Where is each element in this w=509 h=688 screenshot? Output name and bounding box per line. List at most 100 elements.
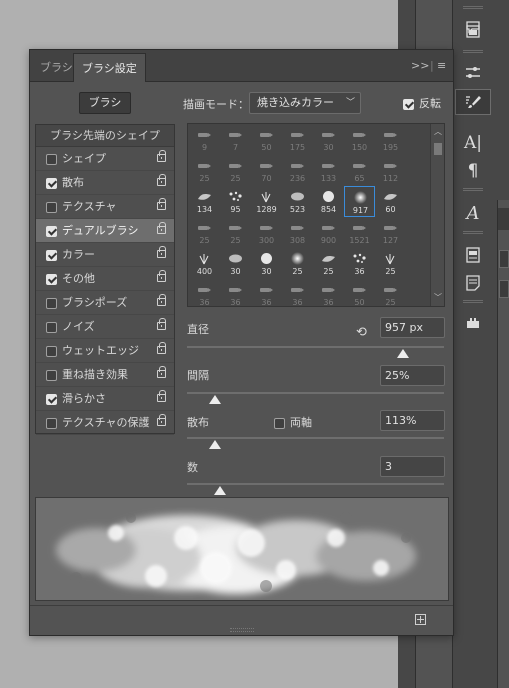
brush-preset-cell[interactable]: 854 — [313, 186, 344, 217]
lock-icon[interactable] — [157, 246, 166, 258]
brush-preset-cell[interactable]: 36 — [344, 248, 375, 279]
scatter-slider-track[interactable] — [187, 437, 444, 439]
brush-preset-cell[interactable]: 195 — [375, 124, 406, 155]
dock-grip[interactable] — [463, 6, 483, 9]
brushes-button[interactable]: ブラシ — [79, 92, 131, 114]
brush-preset-cell[interactable]: 50 — [251, 124, 282, 155]
dock-grip[interactable] — [463, 188, 483, 191]
brush-tip-shape-item[interactable]: ブラシ先端のシェイプ — [36, 125, 174, 147]
checkbox-icon[interactable] — [46, 201, 57, 213]
brush-option-item[interactable]: 滑らかさ — [36, 387, 174, 411]
libraries-icon[interactable] — [455, 18, 491, 44]
scroll-up-icon[interactable]: ︿ — [434, 126, 442, 137]
count-slider-track[interactable] — [187, 483, 444, 485]
reset-size-icon[interactable]: ⟲ — [356, 325, 367, 340]
brush-preset-cell[interactable]: 25 — [375, 248, 406, 279]
checkbox-icon[interactable] — [46, 249, 57, 261]
diameter-slider-knob[interactable] — [396, 349, 409, 358]
lock-icon[interactable] — [157, 390, 166, 402]
dock-grip[interactable] — [463, 231, 483, 234]
checkbox-icon[interactable] — [46, 177, 57, 189]
brush-preset-cell[interactable]: 25 — [313, 248, 344, 279]
tab-brush-settings[interactable]: ブラシ設定 — [73, 53, 146, 82]
diameter-input[interactable]: 957 px — [380, 317, 445, 338]
brush-preset-cell[interactable]: 308 — [282, 217, 313, 248]
brush-preset-cell[interactable]: 30 — [220, 248, 251, 279]
checkbox-icon[interactable] — [46, 345, 57, 357]
brush-option-item[interactable]: テクスチャの保護 — [36, 411, 174, 435]
lock-icon[interactable] — [157, 270, 166, 282]
brush-preset-cell[interactable]: 36 — [313, 279, 344, 306]
brush-preset-cell[interactable]: 523 — [282, 186, 313, 217]
brush-preset-cell[interactable]: 25 — [375, 279, 406, 306]
lock-icon[interactable] — [157, 198, 166, 210]
lock-icon[interactable] — [157, 318, 166, 330]
brush-preset-cell[interactable]: 9 — [189, 124, 220, 155]
scatter-input[interactable]: 113% — [380, 410, 445, 431]
brush-preset-cell[interactable]: 65 — [344, 155, 375, 186]
brush-preset-cell[interactable]: 236 — [282, 155, 313, 186]
brush-preset-cell[interactable]: 127 — [375, 217, 406, 248]
diameter-slider-track[interactable] — [187, 346, 444, 348]
lock-icon[interactable] — [157, 222, 166, 234]
checkbox-icon[interactable] — [46, 417, 57, 429]
brush-settings-icon[interactable] — [455, 89, 491, 115]
brush-preset-cell[interactable]: 133 — [313, 155, 344, 186]
count-slider-knob[interactable] — [214, 486, 227, 495]
spacing-slider-track[interactable] — [187, 392, 444, 394]
invert-checkbox[interactable]: 反転 — [403, 95, 441, 111]
brush-option-item[interactable]: その他 — [36, 267, 174, 291]
scroll-thumb[interactable] — [434, 143, 442, 155]
brush-preset-cell[interactable]: 1289 — [251, 186, 282, 217]
brush-preset-cell[interactable]: 70 — [251, 155, 282, 186]
brush-option-item[interactable]: シェイプ — [36, 147, 174, 171]
brush-preset-cell[interactable]: 917 — [344, 186, 375, 217]
checkbox-icon[interactable] — [46, 273, 57, 285]
checkbox-icon[interactable] — [46, 153, 57, 165]
brush-preset-cell[interactable]: 50 — [344, 279, 375, 306]
lock-icon[interactable] — [157, 366, 166, 378]
create-new-brush-icon[interactable] — [415, 614, 426, 625]
dock-grip[interactable] — [463, 300, 483, 303]
spacing-slider-knob[interactable] — [209, 395, 222, 404]
brush-preset-cell[interactable]: 30 — [251, 248, 282, 279]
lock-icon[interactable] — [157, 342, 166, 354]
brush-option-item[interactable]: テクスチャ — [36, 195, 174, 219]
checkbox-icon[interactable] — [46, 225, 57, 237]
paragraph-icon[interactable]: ¶ — [455, 158, 491, 184]
brush-preset-cell[interactable]: 112 — [375, 155, 406, 186]
brush-preset-cell[interactable]: 400 — [189, 248, 220, 279]
dock-grip[interactable] — [463, 50, 483, 53]
plugin-icon[interactable] — [455, 310, 491, 336]
glyphs-icon[interactable]: A — [455, 200, 491, 226]
panel-menu-button[interactable]: ≡ — [437, 59, 446, 72]
side-panel-field[interactable] — [499, 280, 509, 298]
side-panel-tab[interactable] — [498, 208, 509, 230]
brush-preset-cell[interactable]: 7 — [220, 124, 251, 155]
checkbox-icon[interactable] — [46, 393, 57, 405]
brush-preset-cell[interactable]: 36 — [220, 279, 251, 306]
brush-preset-cell[interactable]: 36 — [189, 279, 220, 306]
checkbox-icon[interactable] — [46, 297, 57, 309]
scatter-slider-knob[interactable] — [209, 440, 222, 449]
brush-preset-cell[interactable]: 36 — [282, 279, 313, 306]
brush-preset-cell[interactable]: 134 — [189, 186, 220, 217]
grid-scrollbar[interactable]: ︿ ﹀ — [430, 124, 444, 306]
brush-option-item[interactable]: ウェットエッジ — [36, 339, 174, 363]
sliders-icon[interactable] — [455, 60, 491, 86]
spacing-input[interactable]: 25% — [380, 365, 445, 386]
lock-icon[interactable] — [157, 150, 166, 162]
brush-preset-cell[interactable]: 25 — [189, 155, 220, 186]
properties-icon[interactable] — [455, 242, 491, 268]
brush-preset-cell[interactable]: 25 — [220, 155, 251, 186]
brush-option-item[interactable]: 重ね描き効果 — [36, 363, 174, 387]
brush-option-item[interactable]: 散布 — [36, 171, 174, 195]
both-axes-checkbox[interactable]: 両軸 — [274, 414, 312, 430]
checkbox-icon[interactable] — [46, 369, 57, 381]
brush-preset-cell[interactable]: 30 — [313, 124, 344, 155]
scroll-down-icon[interactable]: ﹀ — [434, 292, 442, 303]
side-panel-field[interactable] — [499, 250, 509, 268]
blend-mode-select[interactable]: 焼き込みカラー ﹀ — [249, 92, 361, 114]
brush-preset-cell[interactable]: 300 — [251, 217, 282, 248]
notes-icon[interactable] — [455, 270, 491, 296]
